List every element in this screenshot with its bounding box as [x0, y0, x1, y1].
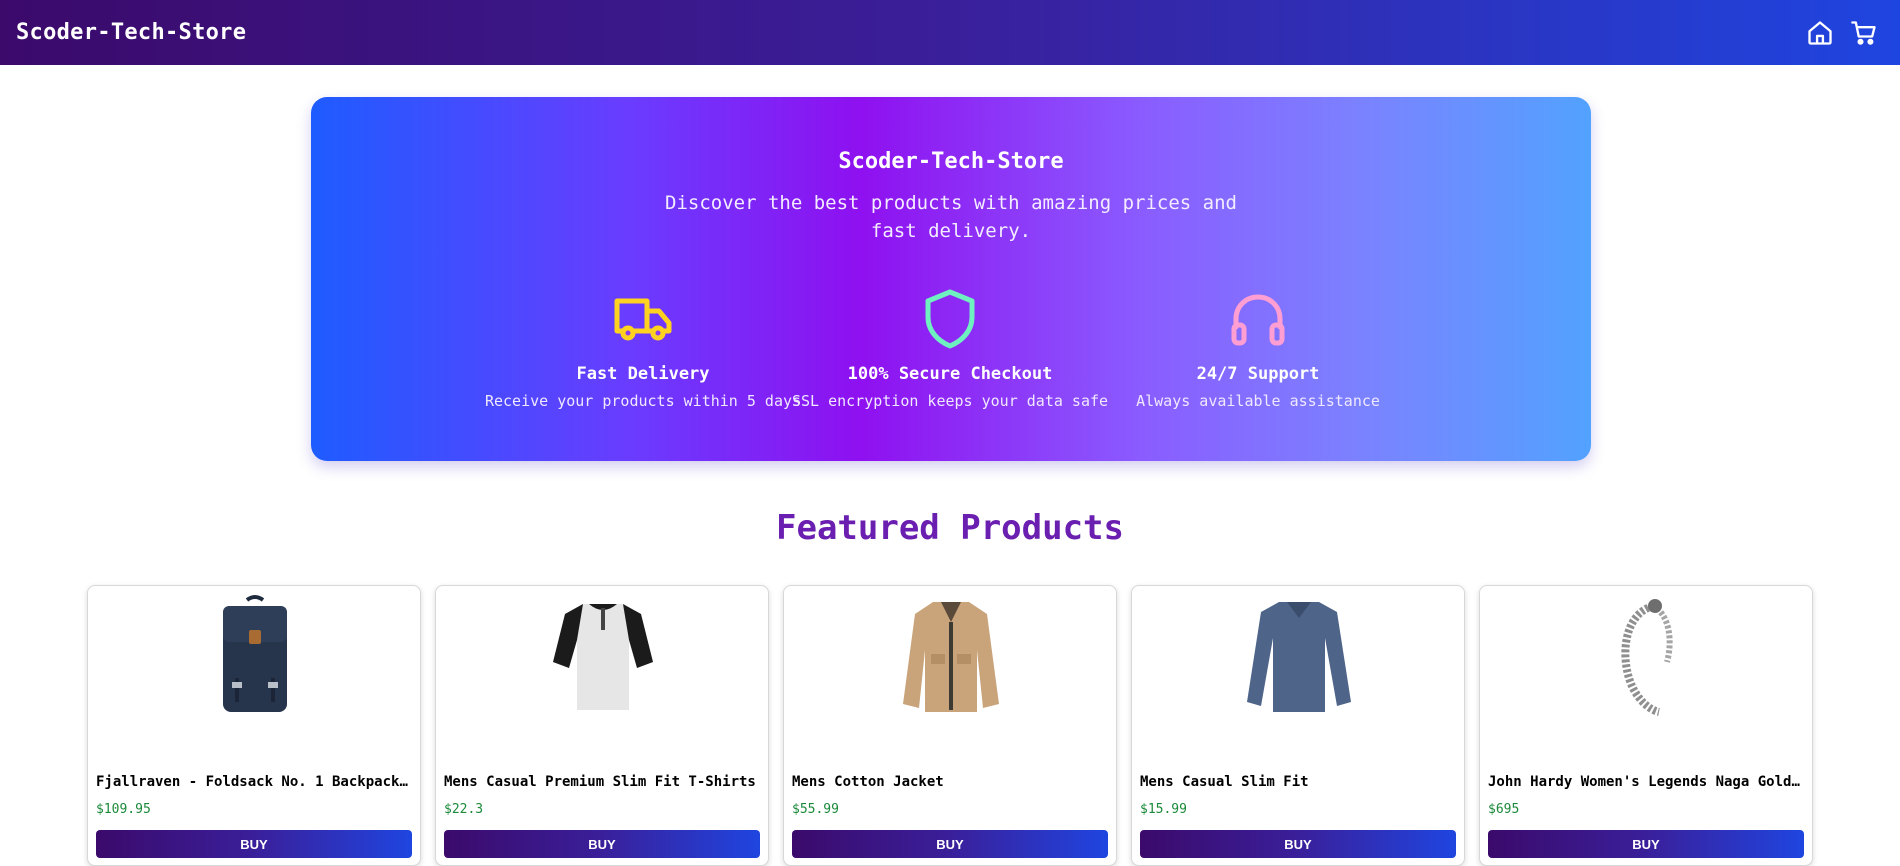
product-price: $109.95 [96, 802, 151, 817]
product-name[interactable]: Mens Cotton Jacket [792, 774, 1108, 790]
feature-description: Receive your products within 5 days [484, 392, 802, 410]
nav-icons [1806, 19, 1878, 47]
product-price: $15.99 [1140, 802, 1187, 817]
feature-support: 24/7 Support Always available assistance [1098, 287, 1418, 410]
product-card[interactable]: Fjallraven - Foldsack No. 1 Backpack, Fi… [87, 585, 421, 866]
product-name[interactable]: John Hardy Women's Legends Naga Gold & S… [1488, 774, 1804, 790]
product-grid: Fjallraven - Foldsack No. 1 Backpack, Fi… [87, 585, 1814, 866]
product-price: $695 [1488, 802, 1520, 817]
product-card[interactable]: Mens Casual Slim Fit $15.99 BUY [1131, 585, 1465, 866]
truck-icon [611, 287, 675, 351]
product-card[interactable]: Mens Casual Premium Slim Fit T-Shirts $2… [435, 585, 769, 866]
buy-button[interactable]: BUY [96, 830, 412, 858]
feature-description: Always available assistance [1136, 392, 1380, 410]
product-card[interactable]: Mens Cotton Jacket $55.99 BUY [783, 585, 1117, 866]
feature-title: 100% Secure Checkout [847, 364, 1053, 384]
featured-products-heading: Featured Products [776, 508, 1124, 548]
longsleeve-image[interactable] [1239, 592, 1359, 716]
shield-icon [918, 287, 982, 351]
hero-banner: Scoder-Tech-Store Discover the best prod… [311, 97, 1591, 461]
buy-button[interactable]: BUY [792, 830, 1108, 858]
home-icon[interactable] [1806, 19, 1834, 47]
jacket-image[interactable] [891, 592, 1011, 716]
feature-title: Fast Delivery [576, 364, 710, 384]
cart-icon[interactable] [1850, 19, 1878, 47]
top-navbar: Scoder-Tech-Store [0, 0, 1900, 65]
tshirt-image[interactable] [543, 592, 663, 716]
feature-title: 24/7 Support [1196, 364, 1320, 384]
bracelet-image[interactable] [1587, 592, 1707, 716]
feature-description: SSL encryption keeps your data safe [791, 392, 1109, 410]
product-name[interactable]: Mens Casual Premium Slim Fit T-Shirts [444, 774, 760, 790]
product-price: $22.3 [444, 802, 484, 817]
buy-button[interactable]: BUY [444, 830, 760, 858]
backpack-image[interactable] [195, 592, 315, 716]
feature-fast-delivery: Fast Delivery Receive your products with… [483, 287, 803, 410]
brand-logo-text[interactable]: Scoder-Tech-Store [16, 20, 246, 45]
headphones-icon [1226, 287, 1290, 351]
buy-button[interactable]: BUY [1140, 830, 1456, 858]
hero-title: Scoder-Tech-Store [838, 149, 1064, 174]
buy-button[interactable]: BUY [1488, 830, 1804, 858]
product-name[interactable]: Mens Casual Slim Fit [1140, 774, 1456, 790]
product-price: $55.99 [792, 802, 839, 817]
product-card[interactable]: John Hardy Women's Legends Naga Gold & S… [1479, 585, 1813, 866]
product-name[interactable]: Fjallraven - Foldsack No. 1 Backpack, Fi… [96, 774, 412, 790]
feature-secure-checkout: 100% Secure Checkout SSL encryption keep… [790, 287, 1110, 410]
hero-subtitle: Discover the best products with amazing … [665, 192, 1237, 242]
